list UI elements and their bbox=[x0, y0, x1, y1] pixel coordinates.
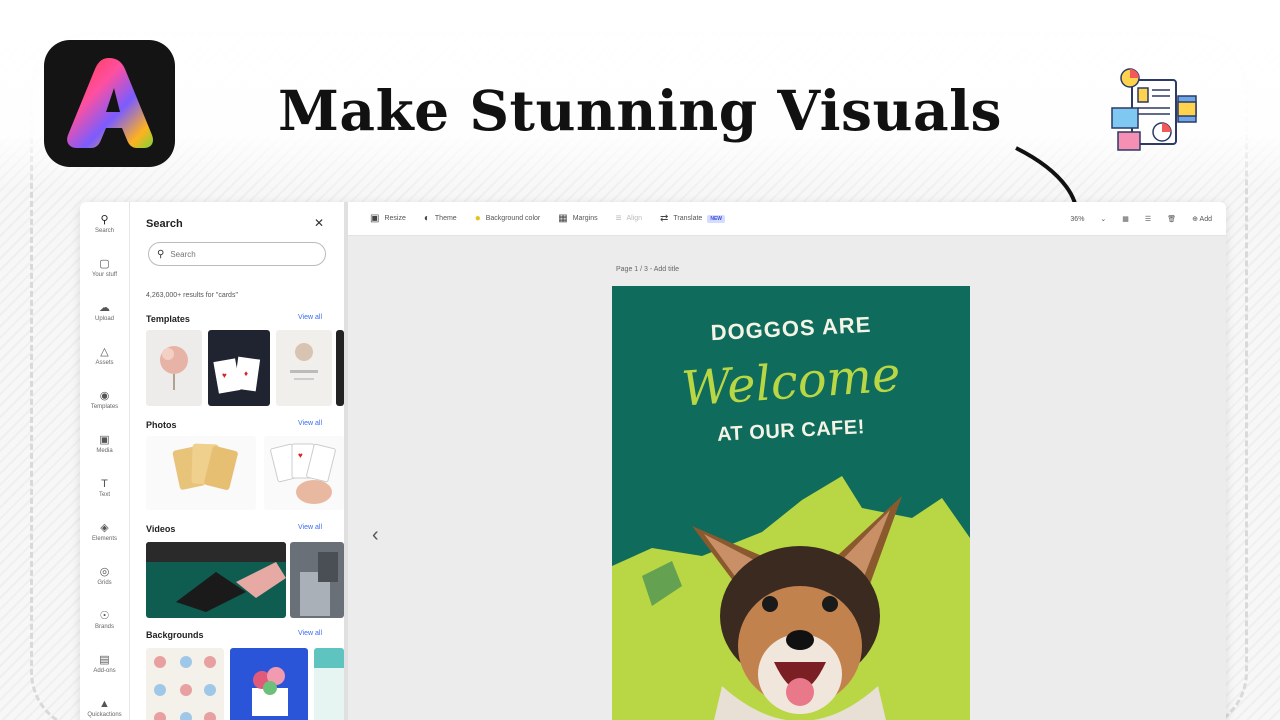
rail-item-media[interactable]: ▣ Media bbox=[80, 422, 129, 466]
rail-item-text[interactable]: T Text bbox=[80, 466, 129, 510]
svg-text:♦: ♦ bbox=[244, 369, 248, 378]
margins-button[interactable]: ▦ Margins bbox=[558, 213, 597, 224]
resize-button[interactable]: ▣ Resize bbox=[370, 213, 406, 224]
delete-icon[interactable]: 🗑 bbox=[1167, 215, 1176, 223]
close-icon[interactable]: ✕ bbox=[314, 216, 324, 230]
text-icon: T bbox=[101, 478, 108, 490]
panel-title: Search bbox=[146, 218, 183, 230]
chevron-down-icon[interactable]: ⌄ bbox=[1100, 215, 1106, 223]
chevron-left-icon[interactable]: ‹ bbox=[372, 524, 379, 547]
resize-icon: ▣ bbox=[370, 213, 380, 224]
template-thumbnail[interactable]: ♥ ♦ bbox=[208, 330, 270, 406]
assets-icon: △ bbox=[100, 346, 109, 358]
section-templates: Templates bbox=[146, 314, 190, 324]
document-illustration-icon bbox=[1106, 66, 1202, 158]
video-thumbnail[interactable] bbox=[290, 542, 344, 618]
media-icon: ▣ bbox=[99, 434, 110, 446]
section-photos: Photos bbox=[146, 420, 177, 430]
headline: Make Stunning Visuals bbox=[278, 78, 1002, 143]
video-thumbnail[interactable] bbox=[146, 542, 286, 618]
search-icon: ⚲ bbox=[100, 214, 109, 226]
template-thumbnail[interactable] bbox=[276, 330, 332, 406]
rail-item-upload[interactable]: ☁ Upload bbox=[80, 290, 129, 334]
background-thumbnail[interactable] bbox=[146, 648, 224, 720]
theme-button[interactable]: ◐ Theme bbox=[424, 213, 457, 224]
rail-item-addons[interactable]: ▤ Add-ons bbox=[80, 642, 129, 686]
add-button[interactable]: ⊕ Add bbox=[1192, 215, 1212, 223]
photo-thumbnail[interactable]: ♥ bbox=[264, 436, 344, 510]
toolbar-right: 36% ⌄ ▦ ☰ 🗑 ⊕ Add bbox=[1070, 202, 1212, 236]
adobe-express-logo bbox=[44, 40, 175, 167]
photo-thumbnail[interactable] bbox=[146, 436, 256, 510]
rail-item-elements[interactable]: ◈ Elements bbox=[80, 510, 129, 554]
translate-icon: ⇄ bbox=[660, 213, 669, 224]
new-badge: NEW bbox=[707, 214, 725, 223]
rail-item-your-stuff[interactable]: ▢ Your stuff bbox=[80, 246, 129, 290]
rail-item-quickactions[interactable]: ▲ Quickactions bbox=[80, 686, 129, 720]
poster-canvas[interactable]: DOGGOS ARE Welcome AT OUR CAFE! bbox=[612, 286, 970, 720]
template-thumbnail[interactable] bbox=[146, 330, 202, 406]
rail-item-search[interactable]: ⚲ Search bbox=[80, 202, 129, 246]
quickactions-icon: ▲ bbox=[99, 698, 110, 710]
section-backgrounds: Backgrounds bbox=[146, 630, 204, 640]
elements-icon: ◈ bbox=[100, 522, 109, 534]
dog-photo[interactable] bbox=[652, 486, 942, 720]
theme-icon: ◐ bbox=[423, 213, 430, 224]
background-color-button[interactable]: ● Background color bbox=[475, 213, 541, 224]
view-all-templates-link[interactable]: View all bbox=[298, 314, 322, 321]
view-all-backgrounds-link[interactable]: View all bbox=[298, 630, 322, 637]
addons-icon: ▤ bbox=[99, 654, 110, 666]
brand-icon: ☉ bbox=[99, 610, 110, 622]
align-icon: ≡ bbox=[615, 213, 622, 224]
rail-item-assets[interactable]: △ Assets bbox=[80, 334, 129, 378]
rail-item-brands[interactable]: ☉ Brands bbox=[80, 598, 129, 642]
search-input[interactable] bbox=[170, 249, 311, 259]
translate-button[interactable]: ⇄ Translate NEW bbox=[660, 213, 725, 224]
zoom-level[interactable]: 36% bbox=[1070, 216, 1084, 223]
result-count: 4,263,000+ results for "cards" bbox=[146, 292, 238, 299]
grid-icon: ◎ bbox=[99, 566, 110, 578]
view-all-photos-link[interactable]: View all bbox=[298, 420, 322, 427]
layers-icon[interactable]: ☰ bbox=[1145, 215, 1151, 223]
upload-icon: ☁ bbox=[99, 302, 110, 314]
background-thumbnail[interactable] bbox=[230, 648, 308, 720]
page-label[interactable]: Page 1 / 3 - Add title bbox=[616, 266, 679, 273]
search-panel: Search ✕ ⚲ 4,263,000+ results for "cards… bbox=[130, 202, 348, 720]
color-swatch-icon: ● bbox=[474, 213, 481, 224]
templates-icon: ◉ bbox=[99, 390, 110, 402]
rail-item-templates[interactable]: ◉ Templates bbox=[80, 378, 129, 422]
background-thumbnail[interactable] bbox=[314, 648, 344, 720]
view-all-videos-link[interactable]: View all bbox=[298, 524, 322, 531]
folder-icon: ▢ bbox=[99, 258, 110, 270]
left-rail: ⚲ Search ▢ Your stuff ☁ Upload △ Assets ◉ Tem… bbox=[80, 202, 130, 720]
search-box: ⚲ bbox=[148, 242, 326, 266]
template-thumbnail[interactable] bbox=[336, 330, 344, 406]
section-videos: Videos bbox=[146, 524, 176, 534]
rail-item-grids[interactable]: ◎ Grids bbox=[80, 554, 129, 598]
align-button[interactable]: ≡ Align bbox=[616, 213, 642, 224]
margins-icon: ▦ bbox=[558, 213, 568, 224]
grid-view-icon[interactable]: ▦ bbox=[1122, 215, 1129, 223]
svg-text:♥: ♥ bbox=[298, 451, 303, 460]
editor-toolbar: ▣ Resize ◐ Theme ● Background color ▦ Margin… bbox=[348, 202, 1226, 236]
search-icon: ⚲ bbox=[157, 248, 165, 260]
editor-window: ⚲ Search ▢ Your stuff ☁ Upload △ Assets ◉ Tem… bbox=[80, 202, 1226, 720]
svg-text:♥: ♥ bbox=[222, 371, 227, 380]
